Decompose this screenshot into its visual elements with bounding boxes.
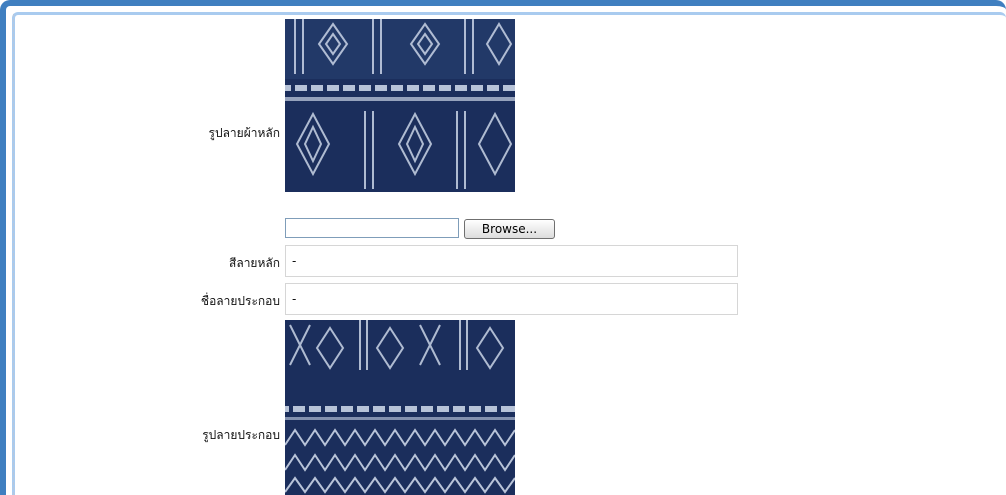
main-pattern-image-label: รูปลายผ้าหลัก <box>208 126 280 140</box>
secondary-pattern-name-field[interactable]: - <box>285 283 738 315</box>
secondary-pattern-name-label: ชื่อลายประกอบ <box>200 294 280 308</box>
file-path-input[interactable] <box>285 218 459 238</box>
browse-button[interactable]: Browse... <box>464 219 555 239</box>
left-dotted-border <box>13 14 14 495</box>
main-pattern-image <box>285 19 515 192</box>
secondary-pattern-image-label: รูปลายประกอบ <box>202 428 280 442</box>
secondary-pattern-image <box>285 320 515 495</box>
main-color-label: สีลายหลัก <box>229 256 280 270</box>
main-color-field[interactable]: - <box>285 245 738 277</box>
